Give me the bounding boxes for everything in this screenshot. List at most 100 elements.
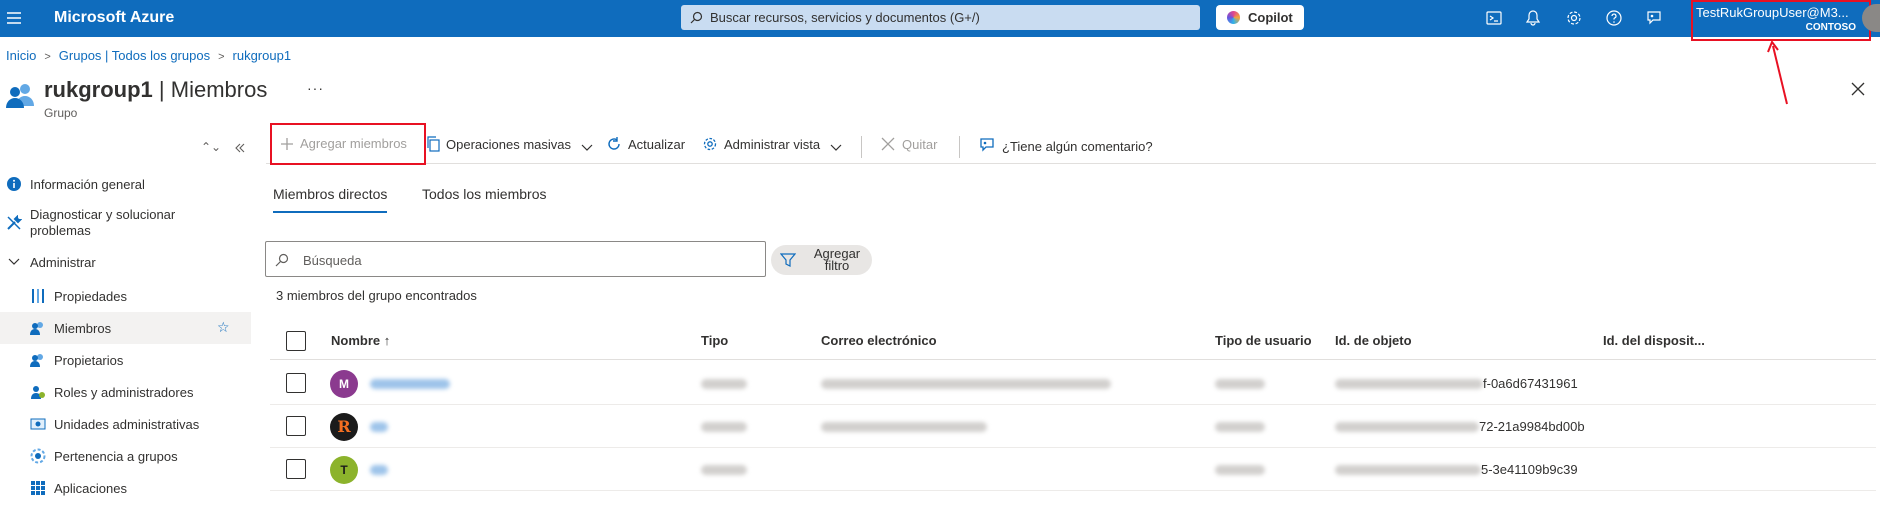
copilot-button[interactable]: Copilot	[1216, 5, 1304, 30]
result-count: 3 miembros del grupo encontrados	[276, 288, 477, 303]
breadcrumb-home[interactable]: Inicio	[6, 48, 36, 63]
sidebar-item-label: Miembros	[54, 321, 112, 336]
sidebar-item-overview[interactable]: Información general	[0, 168, 251, 200]
chevron-down-icon	[830, 144, 842, 151]
avatar: T	[330, 456, 358, 484]
redacted-type	[701, 465, 747, 475]
row-checkbox[interactable]	[286, 416, 306, 436]
favorite-star-icon[interactable]: ☆	[217, 319, 230, 336]
sidebar-item-members[interactable]: Miembros ☆	[0, 312, 251, 344]
table-header: Nombre ↑ Tipo Correo electrónico Tipo de…	[270, 320, 1876, 360]
members-icon	[30, 322, 43, 335]
breadcrumb-group[interactable]: rukgroup1	[233, 48, 292, 63]
column-user-type[interactable]: Tipo de usuario	[1215, 333, 1312, 348]
sidebar-item-diagnose[interactable]: Diagnosticar y solucionar problemas	[0, 200, 251, 246]
copilot-label: Copilot	[1248, 10, 1293, 25]
avatar: R	[330, 413, 358, 441]
redacted-object-id	[1335, 379, 1483, 389]
sidebar-item-applications[interactable]: Aplicaciones	[0, 472, 251, 504]
redacted-user-type	[1215, 422, 1265, 432]
filter-icon	[780, 253, 796, 267]
redacted-type	[701, 379, 747, 389]
tab-all-members[interactable]: Todos los miembros	[422, 186, 547, 202]
collapse-sidebar-icon[interactable]	[234, 142, 246, 154]
sidebar-group-manage[interactable]: Administrar	[0, 246, 251, 278]
column-type[interactable]: Tipo	[701, 333, 728, 348]
redacted-user-type	[1215, 379, 1265, 389]
sidebar-item-label: Aplicaciones	[54, 481, 127, 496]
gear-icon	[703, 137, 717, 151]
apps-icon	[31, 481, 45, 495]
annotation-highlight-add-members	[270, 123, 426, 165]
manage-view-label: Administrar vista	[724, 137, 821, 152]
column-device-id[interactable]: Id. del disposit...	[1603, 333, 1705, 348]
sidebar-item-roles[interactable]: Roles y administradores	[0, 376, 251, 408]
page-title: rukgroup1 | Miembros	[44, 77, 267, 103]
tab-direct-members[interactable]: Miembros directos	[273, 186, 388, 213]
brand-title[interactable]: Microsoft Azure	[54, 9, 174, 27]
page-title-name: rukgroup1	[44, 77, 153, 102]
search-icon	[275, 253, 289, 267]
sidebar-item-label: Administrar	[30, 255, 96, 270]
cloud-shell-icon[interactable]	[1484, 8, 1504, 28]
bell-icon[interactable]	[1523, 8, 1543, 28]
search-input[interactable]: Búsqueda	[265, 241, 766, 277]
account-menu[interactable]: TestRukGroupUser@M3... CONTOSO	[1691, 0, 1871, 41]
global-search-input[interactable]: Buscar recursos, servicios y documentos …	[681, 5, 1200, 30]
column-name[interactable]: Nombre ↑	[331, 333, 390, 348]
sidebar-item-owners[interactable]: Propietarios	[0, 344, 251, 376]
redacted-name-link[interactable]	[370, 379, 450, 389]
group-membership-icon	[30, 448, 46, 464]
help-icon[interactable]	[1604, 8, 1624, 28]
breadcrumb-groups[interactable]: Grupos | Todos los grupos	[59, 48, 210, 63]
bulk-operations-button[interactable]: Operaciones masivas	[426, 136, 593, 152]
select-all-checkbox[interactable]	[286, 331, 306, 351]
redacted-name-link[interactable]	[370, 422, 388, 432]
breadcrumb-separator: >	[218, 51, 225, 63]
sidebar-item-label: Diagnosticar y solucionar problemas	[30, 207, 176, 238]
redacted-email	[821, 422, 987, 432]
redacted-email	[821, 379, 1111, 389]
column-email[interactable]: Correo electrónico	[821, 333, 937, 348]
remove-button[interactable]: Quitar	[880, 136, 937, 152]
feedback-icon[interactable]	[1644, 8, 1664, 28]
feedback-button[interactable]: ¿Tiene algún comentario?	[978, 136, 1153, 154]
sidebar-item-label: Propietarios	[54, 353, 124, 368]
sidebar-item-admin-units[interactable]: Unidades administrativas	[0, 408, 251, 440]
add-filter-label: Agregar filtro	[810, 247, 864, 272]
hamburger-menu-icon[interactable]	[4, 8, 24, 28]
account-user: TestRukGroupUser@M3...	[1696, 5, 1849, 20]
copilot-icon	[1227, 11, 1240, 24]
object-id-tail: 72-21a9984bd00b	[1479, 419, 1585, 434]
sidebar-item-label: Propiedades	[54, 289, 127, 304]
chevron-down-icon	[581, 144, 593, 151]
sidebar-expand-icon[interactable]: ⌃⌄	[201, 140, 221, 154]
close-icon	[881, 137, 895, 151]
group-icon	[6, 84, 34, 108]
manage-view-button[interactable]: Administrar vista	[702, 136, 842, 152]
redacted-object-id	[1335, 465, 1481, 475]
redacted-name-link[interactable]	[370, 465, 388, 475]
gear-icon[interactable]	[1564, 8, 1584, 28]
row-checkbox[interactable]	[286, 459, 306, 479]
table-row[interactable]: T 5-3e41109b9c39	[270, 448, 1876, 491]
bulk-operations-label: Operaciones masivas	[446, 137, 571, 152]
table-row[interactable]: R 72-21a9984bd00b	[270, 405, 1876, 448]
column-object-id[interactable]: Id. de objeto	[1335, 333, 1412, 348]
refresh-button[interactable]: Actualizar	[606, 136, 685, 152]
object-id-tail: f-0a6d67431961	[1483, 376, 1578, 391]
close-icon[interactable]	[1850, 81, 1866, 97]
annotation-arrow	[1767, 40, 1788, 105]
redacted-type	[701, 422, 747, 432]
toolbar-divider	[959, 136, 960, 158]
page-title-section: | Miembros	[158, 77, 268, 102]
row-checkbox[interactable]	[286, 373, 306, 393]
copy-icon	[427, 136, 440, 152]
add-filter-button[interactable]: Agregar filtro	[771, 245, 872, 275]
sidebar-item-properties[interactable]: Propiedades	[0, 280, 251, 312]
sidebar-item-group-membership[interactable]: Pertenencia a grupos	[0, 440, 251, 472]
breadcrumb-separator: >	[44, 51, 51, 63]
remove-label: Quitar	[902, 137, 938, 152]
table-row[interactable]: M f-0a6d67431961	[270, 362, 1876, 405]
more-options-button[interactable]: ···	[307, 80, 324, 96]
